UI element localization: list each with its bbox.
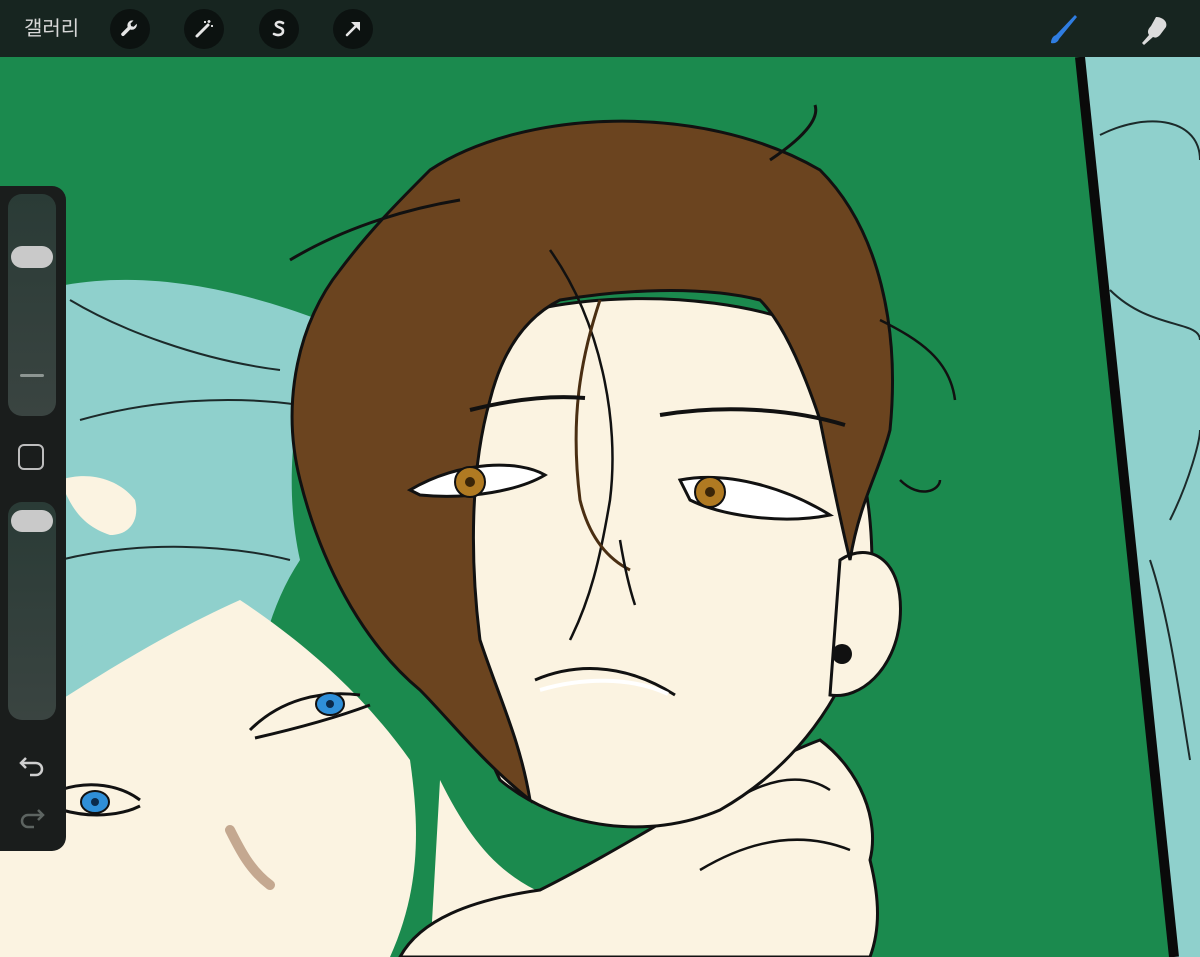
selection-s-icon[interactable] [259,9,299,49]
top-toolbar: 갤러리 [0,0,1200,57]
arrow-cursor-icon[interactable] [333,9,373,49]
gallery-button[interactable]: 갤러리 [24,14,79,42]
magic-wand-icon[interactable] [184,9,224,49]
brush-size-thumb[interactable] [11,246,53,268]
opacity-thumb[interactable] [11,510,53,532]
redo-icon[interactable] [16,800,48,832]
wrench-icon[interactable] [110,9,150,49]
brush-size-slider[interactable] [8,194,56,416]
smudge-icon[interactable] [1136,9,1176,49]
modify-square-icon[interactable] [18,444,44,470]
brush-icon[interactable] [1045,9,1085,49]
opacity-slider[interactable] [8,502,56,720]
illustration-artwork [0,57,1200,957]
drawing-canvas[interactable] [0,57,1200,957]
undo-icon[interactable] [16,748,48,780]
left-sidebar [0,186,66,851]
slider-divider [20,374,44,377]
